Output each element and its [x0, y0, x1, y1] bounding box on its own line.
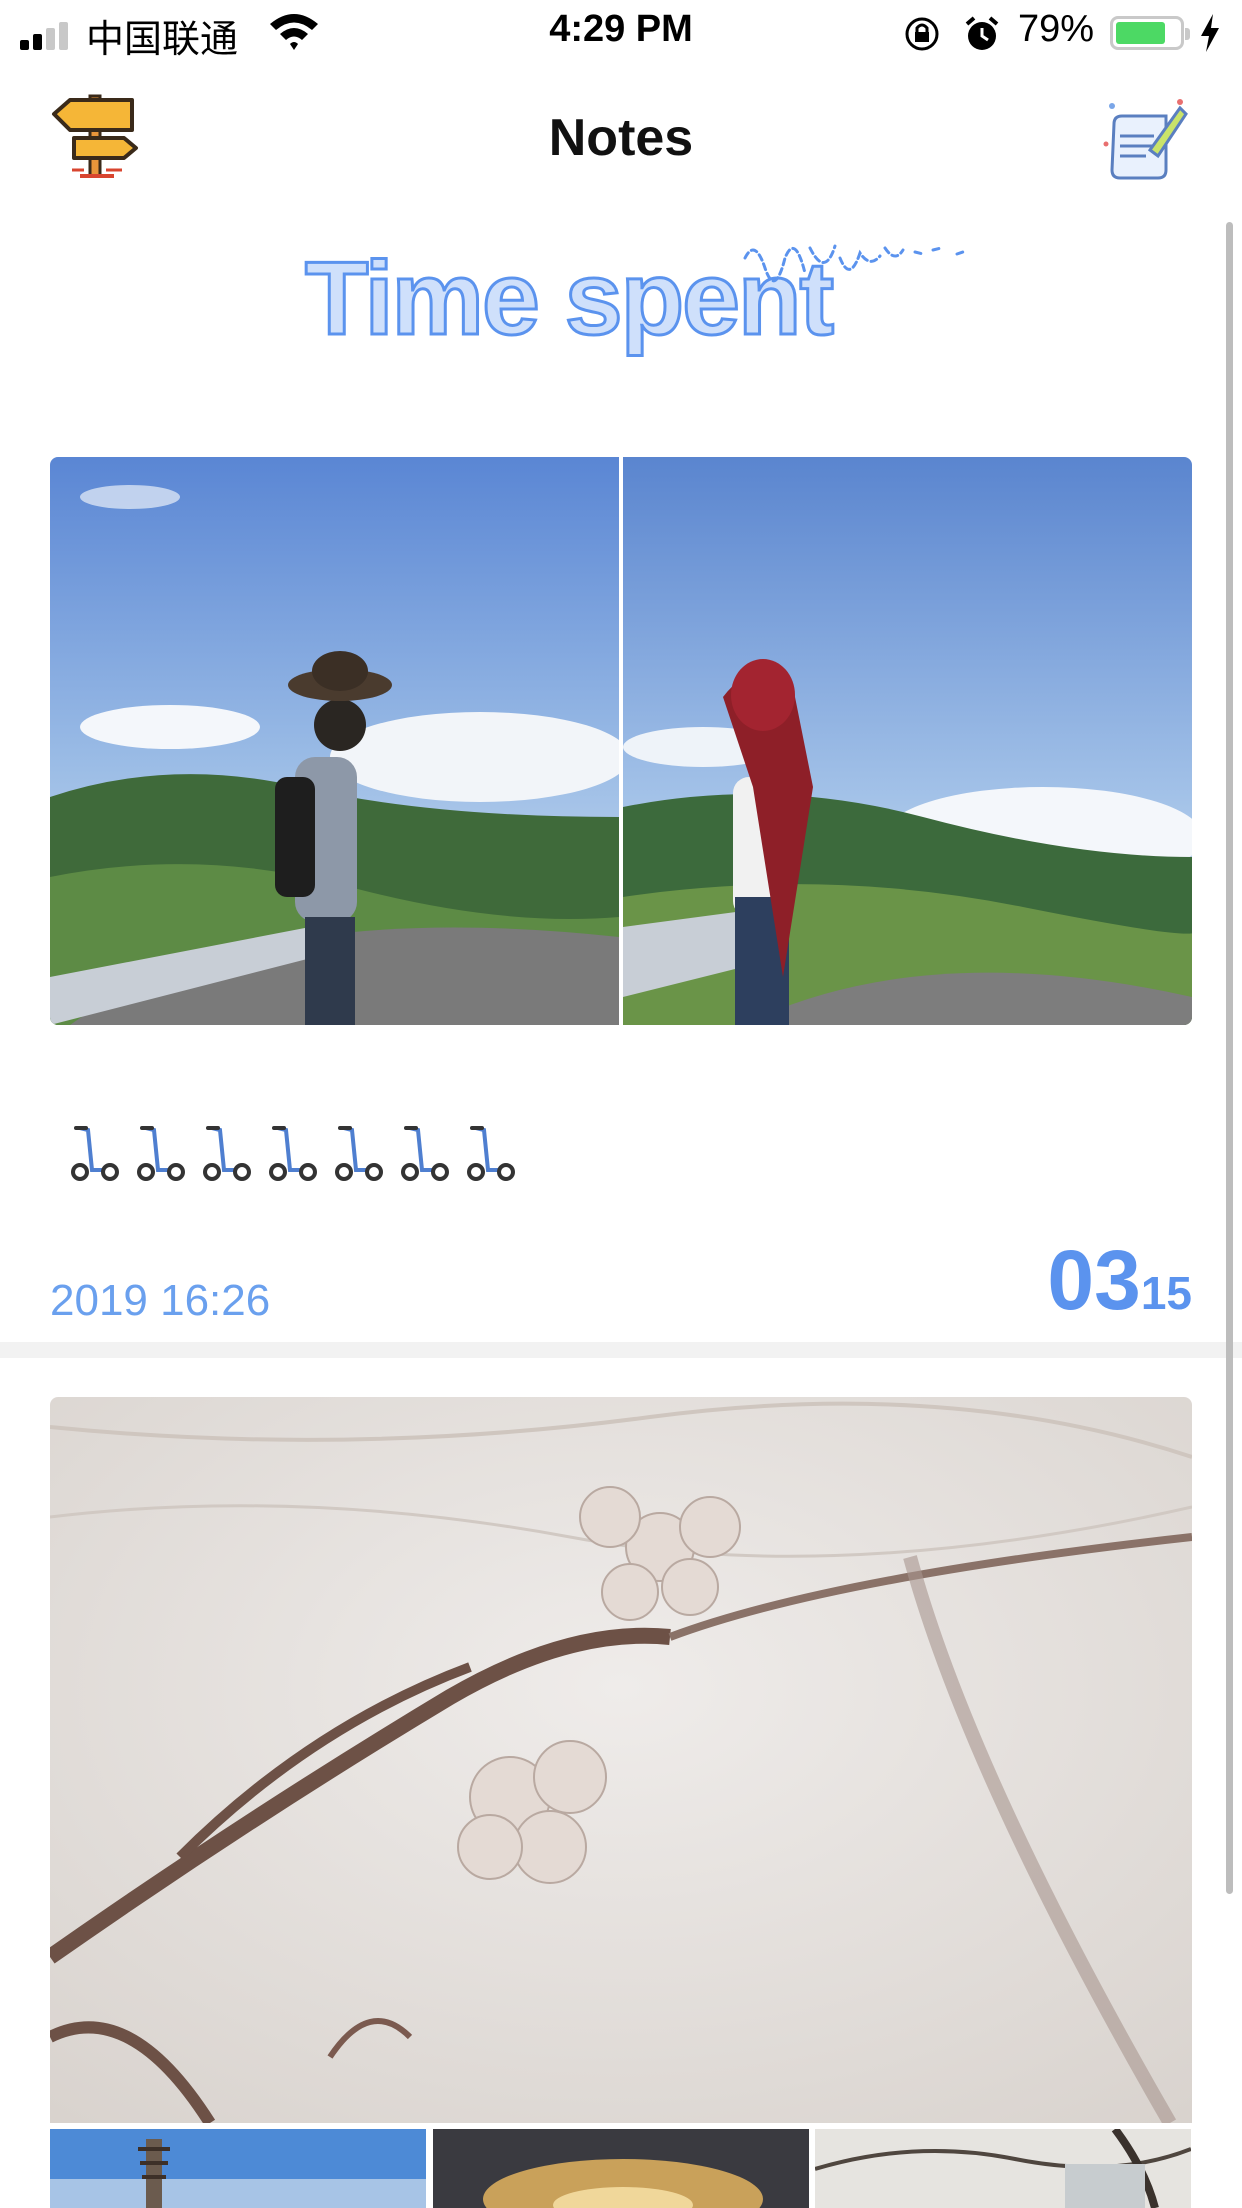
- scooter-icon: [335, 1126, 383, 1181]
- scooter-icon: [401, 1126, 449, 1181]
- scooter-icon: [71, 1126, 119, 1181]
- battery-percent: 79%: [1018, 8, 1095, 50]
- scooter-icon: [467, 1126, 515, 1181]
- charging-bolt-icon: [1201, 14, 1219, 52]
- scooter-emoji-row: [66, 1122, 516, 1186]
- alarm-icon: [965, 16, 999, 50]
- scrollbar[interactable]: [1226, 222, 1233, 1894]
- photo-pagoda[interactable]: [50, 2129, 426, 2208]
- note-day: 03: [1047, 1233, 1141, 1327]
- photo-tree-branches[interactable]: [815, 2129, 1191, 2208]
- battery-icon: [1110, 16, 1190, 50]
- section-divider: [0, 1342, 1242, 1358]
- rotation-lock-icon: [905, 17, 939, 51]
- note-month: 15: [1140, 1267, 1192, 1319]
- photo-cherry-blossom[interactable]: [50, 1397, 1192, 2123]
- page-title: Notes: [548, 109, 694, 167]
- scooter-icon: [137, 1126, 185, 1181]
- note-date: 2019 16:26: [50, 1276, 271, 1325]
- photo-sunset-sky[interactable]: [433, 2129, 809, 2208]
- note-day-number: 0315: [1047, 1232, 1192, 1329]
- battery-fill: [1116, 22, 1165, 44]
- handwritten-title: Time spent: [303, 220, 1005, 360]
- compose-scroll-icon[interactable]: [1100, 94, 1192, 186]
- photo-man-hat[interactable]: [50, 457, 619, 1025]
- scooter-icon: [269, 1126, 317, 1181]
- status-bar: 中国联通 4:29 PM 79%: [0, 0, 1242, 66]
- scribble-strokes: [743, 244, 965, 283]
- nav-bar: Notes: [0, 66, 1242, 216]
- scooter-icon: [203, 1126, 251, 1181]
- photo-woman-scarf[interactable]: [623, 457, 1192, 1025]
